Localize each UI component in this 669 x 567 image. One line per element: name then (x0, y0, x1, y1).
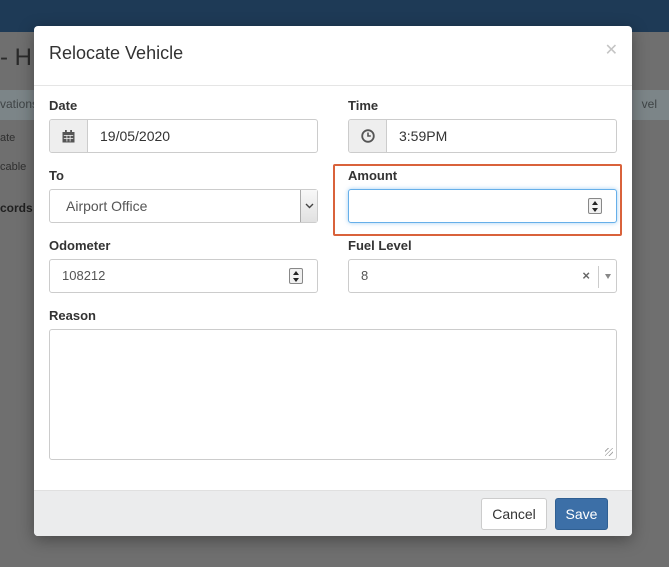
relocate-vehicle-dialog: Relocate Vehicle ✕ Date 19/05/2020 Time (34, 26, 632, 536)
time-label: Time (348, 98, 379, 113)
background-column-label-right: vel (641, 97, 657, 111)
background-page-title: - H (0, 44, 32, 71)
date-field[interactable]: 19/05/2020 (49, 119, 318, 153)
resize-handle-icon[interactable] (605, 448, 613, 456)
odometer-input[interactable]: 108212 (49, 259, 318, 293)
save-button[interactable]: Save (555, 498, 608, 530)
date-value: 19/05/2020 (100, 128, 171, 144)
fuel-level-divider (598, 266, 599, 288)
to-label: To (49, 168, 64, 183)
background-records-heading: cords (0, 201, 33, 215)
amount-spinner[interactable] (588, 198, 602, 214)
clock-icon[interactable] (349, 120, 387, 152)
odometer-value: 108212 (62, 268, 106, 283)
to-select[interactable]: Airport Office (49, 189, 318, 223)
reason-label: Reason (49, 308, 96, 323)
chevron-down-icon[interactable] (300, 190, 317, 222)
fuel-level-value: 8 (361, 268, 369, 283)
cancel-button[interactable]: Cancel (481, 498, 547, 530)
calendar-icon[interactable] (50, 120, 88, 152)
caret-down-icon[interactable] (605, 274, 611, 279)
amount-input[interactable] (348, 189, 617, 223)
modal-title: Relocate Vehicle (49, 43, 184, 63)
fuel-level-label: Fuel Level (348, 238, 412, 253)
odometer-spinner[interactable] (289, 268, 303, 284)
time-value: 3:59PM (399, 128, 448, 144)
date-label: Date (49, 98, 78, 113)
to-selected-value: Airport Office (66, 198, 148, 214)
odometer-label: Odometer (49, 238, 111, 253)
clear-icon[interactable]: × (582, 268, 590, 283)
reason-textarea[interactable] (49, 329, 617, 460)
close-icon[interactable]: ✕ (605, 40, 618, 60)
background-cell-text: cable (0, 161, 27, 173)
background-tab-label: vations (0, 97, 39, 111)
modal-header: Relocate Vehicle ✕ (34, 26, 632, 86)
background-column-label: ate (0, 132, 16, 144)
time-field[interactable]: 3:59PM (348, 119, 617, 153)
amount-label: Amount (348, 168, 398, 183)
fuel-level-select[interactable]: 8 × (348, 259, 617, 293)
